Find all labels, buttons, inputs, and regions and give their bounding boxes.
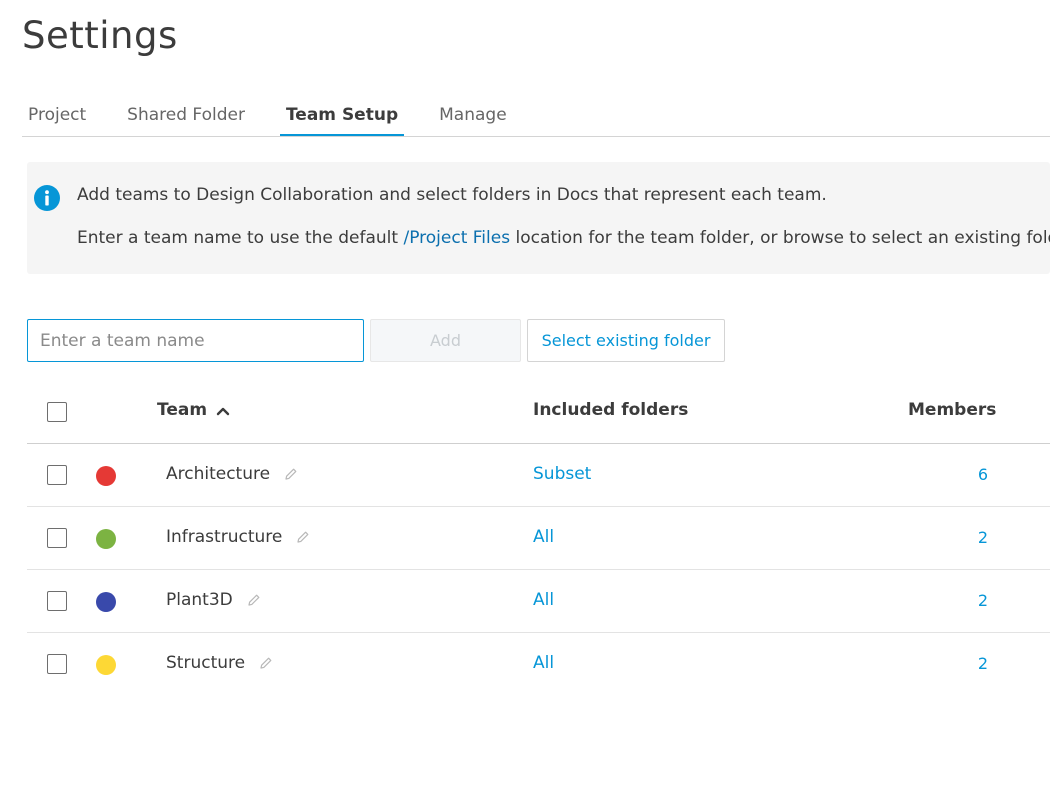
table-row: Structure All 2	[27, 633, 1050, 696]
team-color-dot	[96, 592, 116, 612]
included-folders-column-header: Included folders	[533, 400, 689, 420]
table-row: Infrastructure All 2	[27, 507, 1050, 570]
team-name: Structure	[166, 653, 246, 673]
info-text-line-2: Enter a team name to use the default /Pr…	[77, 228, 1050, 248]
table-row: Architecture Subset 6	[27, 444, 1050, 507]
included-folders-link[interactable]: Subset	[533, 464, 591, 484]
tab-team-setup[interactable]: Team Setup	[279, 96, 405, 136]
row-checkbox[interactable]	[47, 528, 67, 548]
row-checkbox[interactable]	[47, 465, 67, 485]
members-count-link[interactable]: 2	[978, 591, 988, 610]
team-name-cell: Infrastructure	[166, 527, 310, 547]
teams-table: Team Included folders Members Architectu…	[27, 380, 1050, 696]
page-title: Settings	[22, 14, 178, 57]
included-folders-link[interactable]: All	[533, 590, 554, 610]
members-count-link[interactable]: 2	[978, 654, 988, 673]
team-color-dot	[96, 466, 116, 486]
info-icon	[34, 185, 60, 211]
tab-shared-folder[interactable]: Shared Folder	[121, 96, 251, 136]
members-count-link[interactable]: 2	[978, 528, 988, 547]
pencil-icon[interactable]	[284, 467, 298, 481]
included-folders-link[interactable]: All	[533, 527, 554, 547]
members-count-link[interactable]: 6	[978, 465, 988, 484]
team-color-dot	[96, 655, 116, 675]
row-checkbox[interactable]	[47, 654, 67, 674]
sort-ascending-icon[interactable]	[215, 404, 231, 418]
pencil-icon[interactable]	[296, 530, 310, 544]
tab-manage[interactable]: Manage	[433, 96, 513, 136]
info-text-line-1: Add teams to Design Collaboration and se…	[77, 185, 827, 205]
team-name: Architecture	[166, 464, 271, 484]
select-existing-folder-button[interactable]: Select existing folder	[527, 319, 725, 362]
team-name-input[interactable]	[27, 319, 364, 362]
tab-project[interactable]: Project	[22, 96, 92, 136]
info-text-line-2-start: Enter a team name to use the default	[77, 228, 404, 248]
info-text-line-2-end: location for the team folder, or browse …	[510, 228, 1050, 248]
table-row: Plant3D All 2	[27, 570, 1050, 633]
pencil-icon[interactable]	[247, 593, 261, 607]
team-name: Infrastructure	[166, 527, 283, 547]
members-column-header: Members	[908, 400, 997, 420]
pencil-icon[interactable]	[259, 656, 273, 670]
table-header-row: Team Included folders Members	[27, 380, 1050, 444]
team-name-cell: Plant3D	[166, 590, 261, 610]
info-banner: Add teams to Design Collaboration and se…	[27, 162, 1050, 274]
tab-bar: Project Shared Folder Team Setup Manage	[22, 96, 1050, 137]
team-name-cell: Structure	[166, 653, 273, 673]
team-color-dot	[96, 529, 116, 549]
select-all-checkbox[interactable]	[47, 402, 67, 422]
team-column-header[interactable]: Team	[157, 400, 207, 420]
team-name: Plant3D	[166, 590, 233, 610]
included-folders-link[interactable]: All	[533, 653, 554, 673]
team-name-cell: Architecture	[166, 464, 298, 484]
row-checkbox[interactable]	[47, 591, 67, 611]
add-button[interactable]: Add	[370, 319, 521, 362]
project-files-link[interactable]: /Project Files	[403, 228, 510, 248]
